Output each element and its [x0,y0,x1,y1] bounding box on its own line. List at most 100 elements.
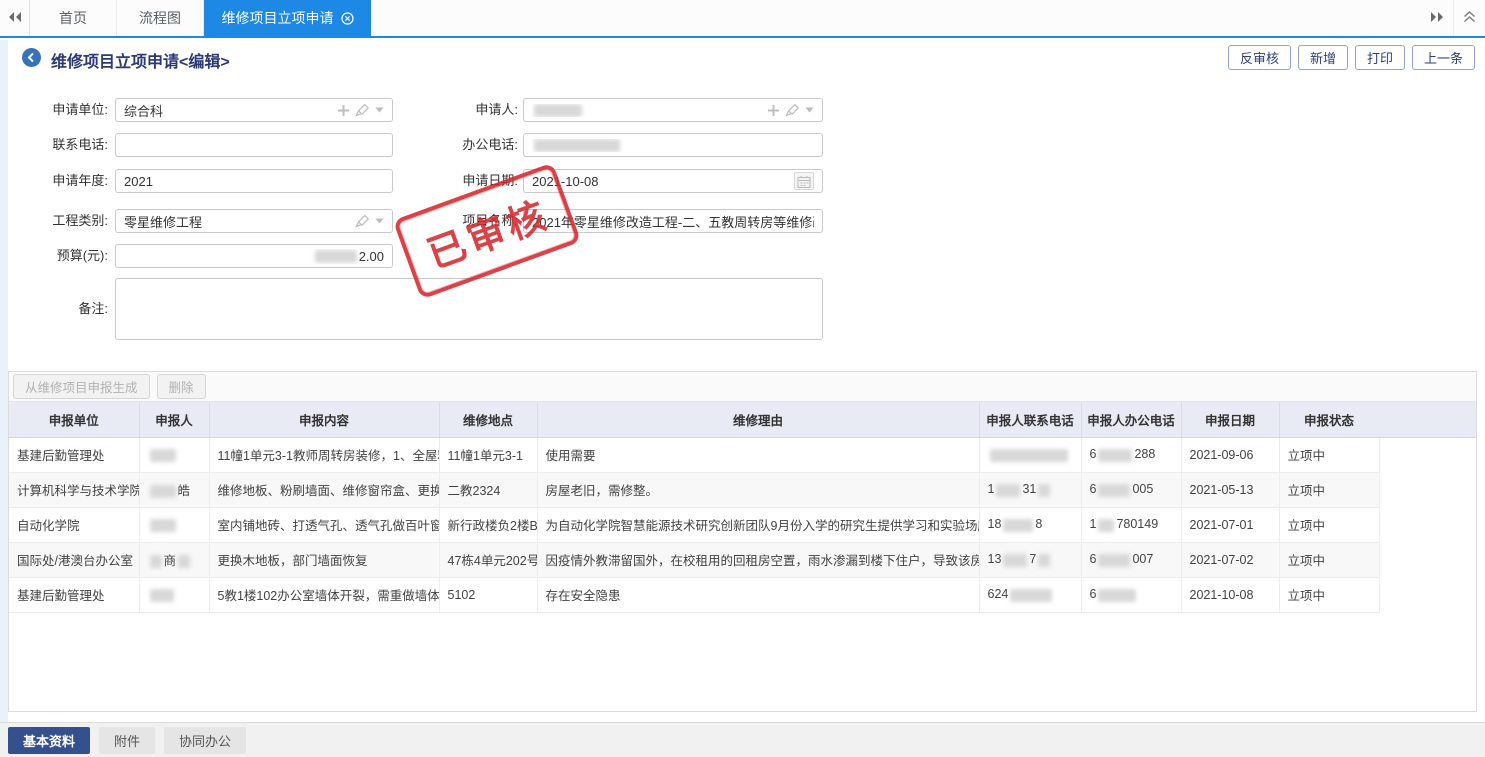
apply-year-input[interactable]: 2021 [115,169,393,193]
budget-input[interactable]: 2.00 [115,244,393,268]
cell-office-phone: 6007 [1081,542,1181,577]
cell-office-phone: 6005 [1081,472,1181,507]
cell-office-phone: 6 [1081,577,1181,612]
generate-from-repair-application-button[interactable]: 从维修项目申报生成 [13,374,150,399]
cell-date: 2021-07-02 [1181,542,1279,577]
collapse-panel-button[interactable] [1453,0,1485,36]
office-phone-label: 办公电话: [408,133,518,157]
previous-record-button[interactable]: 上一条 [1412,45,1475,70]
cell-unit: 计算机科学与技术学院 [9,472,139,507]
header-buttons: 反审核 新增 打印 上一条 [1228,45,1475,70]
print-button[interactable]: 打印 [1355,45,1405,70]
applicant-input[interactable] [523,98,823,122]
cell-contact-phone: 131 [979,472,1081,507]
apply-unit-input[interactable]: 综合科 [115,98,393,122]
calendar-icon[interactable] [794,172,814,190]
table-row[interactable]: 基建后勤管理处 5教1楼102办公室墙体开裂，需重做墙体粉 5102 存在安全隐… [9,577,1379,612]
cell-person [139,577,209,612]
contact-phone-label: 联系电话: [0,133,108,157]
back-button[interactable] [22,48,41,67]
col-header-contact-phone: 申报人联系电话 [979,402,1081,437]
add-icon[interactable] [767,104,780,117]
add-new-button[interactable]: 新增 [1298,45,1348,70]
double-chevron-up-icon [1462,10,1477,26]
close-tab-icon[interactable] [341,12,354,25]
cell-content: 5教1楼102办公室墙体开裂，需重做墙体粉 [209,577,439,612]
cell-office-phone: 6288 [1081,437,1181,472]
cell-content: 更换木地板，部门墙面恢复 [209,542,439,577]
page-header: 维修项目立项申请<编辑> 反审核 新增 打印 上一条 [0,40,1485,80]
tab-bar: 首页 流程图 维修项目立项申请 [0,0,1485,38]
cell-unit: 基建后勤管理处 [9,437,139,472]
remark-textarea[interactable] [115,278,823,340]
apply-date-input[interactable]: 2021-10-08 [523,169,823,193]
cell-location: 二教2324 [439,472,537,507]
cell-location: 47栋4单元202号 [439,542,537,577]
col-header-date: 申报日期 [1181,402,1279,437]
table-row[interactable]: 计算机科学与技术学院 皓 维修地板、粉刷墙面、维修窗帘盒、更换窗 二教2324 … [9,472,1379,507]
col-header-office-phone: 申报人办公电话 [1081,402,1181,437]
cell-location: 新行政楼负2楼B2 [439,507,537,542]
cell-status: 立项中 [1279,472,1379,507]
cell-unit: 自动化学院 [9,507,139,542]
table-row[interactable]: 基建后勤管理处 11幢1单元3-1教师周转房装修，1、全屋粉 11幢1单元3-1… [9,437,1379,472]
table-row[interactable]: 自动化学院 室内铺地砖、打透气孔、透气孔做百叶窗、 新行政楼负2楼B2 为自动化… [9,507,1379,542]
add-icon[interactable] [337,104,350,117]
clear-brush-icon[interactable] [355,214,370,228]
col-header-unit: 申报单位 [9,402,139,437]
cell-reason: 使用需要 [537,437,979,472]
tab-attachments[interactable]: 附件 [99,727,155,754]
cell-status: 立项中 [1279,542,1379,577]
cell-date: 2021-10-08 [1181,577,1279,612]
tab-repair-project-application[interactable]: 维修项目立项申请 [204,0,371,36]
project-name-label: 项目名称: [408,209,518,233]
cell-content: 11幢1单元3-1教师周转房装修，1、全屋粉 [209,437,439,472]
office-phone-input[interactable] [523,133,823,157]
cell-office-phone: 1780149 [1081,507,1181,542]
cell-content: 室内铺地砖、打透气孔、透气孔做百叶窗、 [209,507,439,542]
chevron-down-icon[interactable] [805,107,814,113]
cell-person [139,437,209,472]
detail-grid-section: 从维修项目申报生成 删除 申报单位 申报人 申报内容 维修地点 维修理由 申报人… [8,371,1477,712]
project-name-input[interactable]: 2021年零星维修改造工程-二、五教周转房等维修改 [523,209,823,233]
col-header-content: 申报内容 [209,402,439,437]
cell-location: 5102 [439,577,537,612]
cell-unit: 国际处/港澳台办公室 [9,542,139,577]
cell-content: 维修地板、粉刷墙面、维修窗帘盒、更换窗 [209,472,439,507]
applicant-label: 申请人: [408,98,518,122]
cell-contact-phone: 188 [979,507,1081,542]
grid-toolbar: 从维修项目申报生成 删除 [9,372,1476,402]
clear-brush-icon[interactable] [785,103,800,117]
apply-unit-label: 申请单位: [0,98,108,122]
cell-person: 皓 [139,472,209,507]
cell-reason: 因疫情外教滞留国外，在校租用的回租房空置，雨水渗漏到楼下住户，导致该房间 [537,542,979,577]
bottom-tab-bar: 基本资料 附件 协同办公 [0,722,1485,757]
cell-date: 2021-09-06 [1181,437,1279,472]
cell-reason: 存在安全隐患 [537,577,979,612]
double-left-arrow-icon [7,11,23,26]
tab-collaboration[interactable]: 协同办公 [164,727,246,754]
chevron-down-icon[interactable] [375,107,384,113]
table-row[interactable]: 国际处/港澳台办公室 商 更换木地板，部门墙面恢复 47栋4单元202号 因疫情… [9,542,1379,577]
detail-grid: 申报单位 申报人 申报内容 维修地点 维修理由 申报人联系电话 申报人办公电话 … [9,402,1380,613]
cell-status: 立项中 [1279,437,1379,472]
delete-button[interactable]: 删除 [157,374,206,399]
unapprove-button[interactable]: 反审核 [1228,45,1291,70]
double-right-arrow-icon [1429,11,1445,26]
project-type-input[interactable]: 零星维修工程 [115,209,393,233]
grid-header-row: 申报单位 申报人 申报内容 维修地点 维修理由 申报人联系电话 申报人办公电话 … [9,402,1379,437]
tab-home[interactable]: 首页 [30,0,117,36]
col-header-reason: 维修理由 [537,402,979,437]
tab-scroll-right-button[interactable] [1421,0,1453,36]
project-type-label: 工程类别: [0,209,108,233]
contact-phone-input[interactable] [115,133,393,157]
tab-flowchart[interactable]: 流程图 [117,0,204,36]
cell-status: 立项中 [1279,577,1379,612]
col-header-location: 维修地点 [439,402,537,437]
tab-scroll-left-button[interactable] [0,0,30,36]
chevron-down-icon[interactable] [375,218,384,224]
cell-location: 11幢1单元3-1 [439,437,537,472]
cell-date: 2021-07-01 [1181,507,1279,542]
tab-basic-info[interactable]: 基本资料 [8,727,90,754]
clear-brush-icon[interactable] [355,103,370,117]
